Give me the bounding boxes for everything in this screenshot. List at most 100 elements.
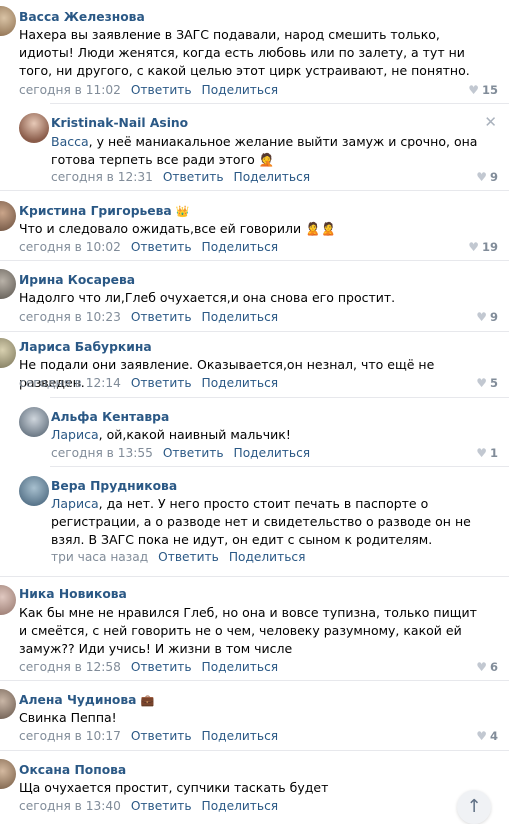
- comment-reply: Kristinak-Nail Asino ✕ Васса, у неё мани…: [0, 103, 509, 190]
- comment-text: Свинка Пеппа!: [19, 710, 117, 725]
- avatar[interactable]: [19, 476, 49, 506]
- avatar[interactable]: [19, 407, 49, 437]
- briefcase-icon: 💼: [140, 694, 155, 707]
- avatar[interactable]: [0, 269, 16, 299]
- comment-time[interactable]: три часа назад: [51, 550, 148, 564]
- share-button[interactable]: Поделиться: [202, 376, 279, 390]
- like-count: 1: [489, 446, 498, 460]
- comment: Ника Новикова Как бы мне не нравился Гле…: [0, 576, 509, 680]
- share-button[interactable]: Поделиться: [202, 660, 279, 674]
- comment-text: Нахера вы заявление в ЗАГС подавали, нар…: [19, 27, 470, 78]
- avatar[interactable]: [0, 759, 16, 789]
- comment-time[interactable]: сегодня в 10:23: [19, 310, 121, 324]
- avatar[interactable]: [0, 338, 16, 368]
- comment-meta: сегодня в 10:02 Ответить Поделиться: [19, 240, 278, 254]
- avatar[interactable]: [19, 113, 49, 143]
- reply-button[interactable]: Ответить: [131, 376, 192, 390]
- comment-meta: три часа назад Ответить Поделиться: [51, 550, 305, 564]
- like-button[interactable]: ♥ 1: [476, 446, 498, 460]
- reply-recipient[interactable]: Васса: [51, 134, 89, 149]
- like-button[interactable]: ♥ 5: [476, 376, 498, 390]
- reply-button[interactable]: Ответить: [131, 240, 192, 254]
- reply-button[interactable]: Ответить: [163, 446, 224, 460]
- comment-text: Лариса, да нет. У него просто стоит печа…: [51, 496, 471, 547]
- avatar[interactable]: [0, 585, 16, 615]
- comment-meta: сегодня в 12:14 Ответить Поделиться: [19, 376, 278, 390]
- like-button[interactable]: ♥ 6: [476, 660, 498, 674]
- share-button[interactable]: Поделиться: [202, 799, 279, 813]
- comment-text: Как бы мне не нравился Глеб, но она и во…: [19, 605, 477, 656]
- comment-meta: сегодня в 12:31 Ответить Поделиться: [51, 170, 310, 184]
- comment-text: Васса, у неё маниакальное желание выйти …: [51, 134, 478, 167]
- comment: Васса Железнова Нахера вы заявление в ЗА…: [0, 0, 509, 103]
- comment-meta: сегодня в 12:58 Ответить Поделиться: [19, 660, 278, 674]
- crown-icon: 👑: [175, 205, 190, 218]
- comment: Ирина Косарева Надолго что ли,Глеб очуха…: [0, 260, 509, 331]
- comment-author[interactable]: Васса Железнова: [19, 10, 145, 24]
- comments-feed: Васса Железнова Нахера вы заявление в ЗА…: [0, 0, 509, 823]
- comment-author[interactable]: Вера Прудникова: [51, 479, 177, 493]
- reply-button[interactable]: Ответить: [131, 310, 192, 324]
- comment: Алена Чудинова 💼 Свинка Пеппа! сегодня в …: [0, 680, 509, 750]
- heart-icon: ♥: [476, 376, 487, 390]
- comment-author[interactable]: Ирина Косарева: [19, 273, 135, 287]
- like-button[interactable]: ♥ 9: [476, 310, 498, 324]
- reply-recipient[interactable]: Лариса: [51, 427, 99, 442]
- heart-icon: ♥: [476, 729, 487, 743]
- comment: Лариса Бабуркина Не подали они заявление…: [0, 331, 509, 397]
- like-count: 19: [481, 240, 498, 254]
- comment-author[interactable]: Kristinak-Nail Asino: [51, 116, 188, 130]
- comment-author[interactable]: Лариса Бабуркина: [19, 340, 152, 354]
- reply-recipient[interactable]: Лариса: [51, 496, 99, 511]
- comment-time[interactable]: сегодня в 10:17: [19, 729, 121, 743]
- share-button[interactable]: Поделиться: [202, 310, 279, 324]
- avatar[interactable]: [0, 689, 16, 719]
- comment-author[interactable]: Кристина Григорьева 👑: [19, 204, 189, 218]
- share-button[interactable]: Поделиться: [234, 446, 311, 460]
- comment-text: Ща очухается простит, супчики таскать бу…: [19, 780, 329, 795]
- share-button[interactable]: Поделиться: [229, 550, 306, 564]
- like-button[interactable]: ♥ 4: [476, 729, 498, 743]
- reply-button[interactable]: Ответить: [131, 729, 192, 743]
- comment-meta: сегодня в 10:23 Ответить Поделиться: [19, 310, 278, 324]
- reply-button[interactable]: Ответить: [158, 550, 219, 564]
- reply-button[interactable]: Ответить: [131, 799, 192, 813]
- comment-meta: сегодня в 13:55 Ответить Поделиться: [51, 446, 310, 460]
- avatar[interactable]: [0, 6, 16, 36]
- comment-time[interactable]: сегодня в 10:02: [19, 240, 121, 254]
- reply-button[interactable]: Ответить: [131, 660, 192, 674]
- comment-time[interactable]: сегодня в 11:02: [19, 83, 121, 97]
- arrow-up-icon: ↑: [466, 796, 482, 817]
- like-count: 4: [489, 729, 498, 743]
- share-button[interactable]: Поделиться: [202, 729, 279, 743]
- comment-meta: сегодня в 13:40 Ответить Поделиться: [19, 799, 278, 813]
- comment-meta: сегодня в 11:02 Ответить Поделиться: [19, 83, 278, 97]
- share-button[interactable]: Поделиться: [202, 83, 279, 97]
- comment-time[interactable]: сегодня в 13:55: [51, 446, 153, 460]
- comment-author[interactable]: Оксана Попова: [19, 763, 126, 777]
- like-count: 5: [489, 376, 498, 390]
- comment-time[interactable]: сегодня в 12:31: [51, 170, 153, 184]
- like-button[interactable]: ♥ 15: [468, 83, 498, 97]
- comment-meta: сегодня в 10:17 Ответить Поделиться: [19, 729, 278, 743]
- comment-time[interactable]: сегодня в 12:58: [19, 660, 121, 674]
- comment-time[interactable]: сегодня в 12:14: [19, 376, 121, 390]
- comment: Оксана Попова Ща очухается простит, супч…: [0, 750, 509, 823]
- comment: Кристина Григорьева 👑 Что и следовало ожи…: [0, 190, 509, 260]
- like-count: 15: [481, 83, 498, 97]
- like-button[interactable]: ♥ 9: [476, 170, 498, 184]
- share-button[interactable]: Поделиться: [234, 170, 311, 184]
- comment-reply: Альфа Кентавра Лариса, ой,какой наивный …: [0, 397, 509, 466]
- heart-icon: ♥: [476, 170, 487, 184]
- scroll-up-button[interactable]: ↑: [457, 790, 491, 824]
- comment-time[interactable]: сегодня в 13:40: [19, 799, 121, 813]
- close-icon[interactable]: ✕: [484, 113, 497, 131]
- avatar[interactable]: [0, 201, 16, 231]
- comment-author[interactable]: Алена Чудинова 💼: [19, 693, 154, 707]
- share-button[interactable]: Поделиться: [202, 240, 279, 254]
- comment-author[interactable]: Ника Новикова: [19, 587, 127, 601]
- comment-author[interactable]: Альфа Кентавра: [51, 410, 169, 424]
- like-button[interactable]: ♥ 19: [468, 240, 498, 254]
- reply-button[interactable]: Ответить: [163, 170, 224, 184]
- reply-button[interactable]: Ответить: [131, 83, 192, 97]
